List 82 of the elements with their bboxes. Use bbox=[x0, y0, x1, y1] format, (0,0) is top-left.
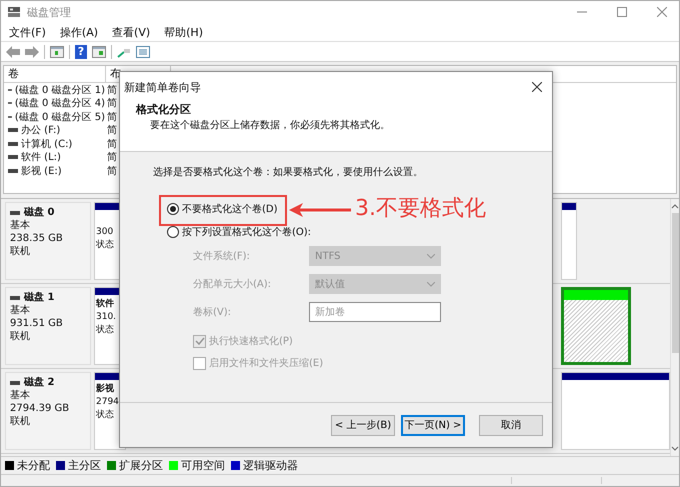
table-cell-text: 简 bbox=[106, 151, 117, 164]
field-label: 卷标(V): bbox=[193, 306, 232, 319]
forward-arrow-icon[interactable] bbox=[25, 46, 39, 58]
scrollbar[interactable] bbox=[670, 199, 679, 456]
field-label: 文件系统(F): bbox=[193, 250, 251, 263]
volume-name[interactable]: (磁盘 0 磁盘分区 1) bbox=[14, 82, 105, 97]
disk-info-panel[interactable]: 磁盘 1 基本 931.51 GB 联机 bbox=[5, 287, 91, 365]
menu-item[interactable]: 操作(A) bbox=[60, 24, 98, 40]
list-view-icon[interactable] bbox=[136, 46, 150, 58]
instruction-text: 选择是否要格式化这个卷：如果要格式化，要使用什么设置。 bbox=[153, 166, 424, 179]
table-cell-text: 简 bbox=[106, 164, 117, 178]
radio-option[interactable]: 按下列设置格式化这个卷(O): bbox=[167, 225, 312, 239]
disk-status: 联机 bbox=[10, 245, 31, 258]
page-heading: 格式化分区 bbox=[136, 102, 192, 118]
dialog-button[interactable]: < 上一步(B) bbox=[331, 414, 395, 436]
volume-name[interactable]: 影视 (E:) bbox=[21, 164, 62, 178]
volume-name[interactable]: (磁盘 0 磁盘分区 4) bbox=[14, 96, 105, 110]
disk-info-panel[interactable]: 磁盘 2 基本 2794.39 GB 联机 bbox=[5, 372, 91, 450]
disk-type: 基本 bbox=[10, 389, 31, 402]
pointer-arrow bbox=[289, 203, 351, 217]
radio-option[interactable]: 不要格式化这个卷(D) bbox=[167, 202, 278, 216]
table-cell-text: 简 bbox=[106, 138, 117, 151]
maximize-icon[interactable] bbox=[617, 7, 627, 17]
partition-block[interactable] bbox=[561, 372, 670, 450]
legend-label: 可用空间 bbox=[181, 458, 225, 473]
disk-size: 238.35 GB bbox=[10, 232, 64, 245]
page-description: 要在这个磁盘分区上储存数据，你必须先将其格式化。 bbox=[149, 118, 391, 133]
table-cell-text: 简 bbox=[106, 97, 117, 110]
volume-name[interactable]: 计算机 (C:) bbox=[21, 136, 72, 151]
help-icon[interactable]: ? bbox=[75, 44, 87, 58]
partition-size: 310. bbox=[96, 311, 118, 324]
window-title: 磁盘管理 bbox=[27, 4, 71, 20]
partition-status: 状态 bbox=[96, 409, 115, 422]
partition-status: 状态 bbox=[96, 324, 115, 337]
table-cell-text: 简 bbox=[106, 84, 117, 97]
scroll-up-icon[interactable] bbox=[671, 203, 679, 209]
disk-type: 基本 bbox=[10, 304, 31, 317]
table-cell-text: 简 bbox=[106, 110, 117, 124]
menu-item[interactable]: 查看(V) bbox=[112, 24, 150, 40]
dialog-button[interactable]: 下一页(N) > bbox=[401, 414, 465, 436]
disk-name: 磁盘 1 bbox=[24, 291, 54, 304]
checkmark-icon bbox=[194, 336, 204, 346]
legend-label: 未分配 bbox=[17, 458, 50, 473]
chevron-down-icon bbox=[427, 282, 435, 286]
table-cell-text: 简 bbox=[106, 124, 117, 138]
partition-name: 软件 bbox=[96, 298, 115, 311]
disk-size: 931.51 GB bbox=[10, 317, 64, 330]
back-arrow-icon[interactable] bbox=[6, 46, 20, 58]
volume-name[interactable]: 软件 (L:) bbox=[21, 150, 61, 164]
legend-label: 扩展分区 bbox=[119, 458, 163, 473]
menu-item[interactable]: 文件(F) bbox=[9, 24, 46, 40]
partition-block[interactable] bbox=[561, 202, 577, 280]
disk-type: 基本 bbox=[10, 219, 31, 232]
disk-info-panel[interactable]: 磁盘 0 基本 238.35 GB 联机 bbox=[5, 202, 91, 280]
legend-label: 主分区 bbox=[68, 458, 101, 473]
partition-name: 影视 bbox=[96, 383, 115, 396]
disk-status: 联机 bbox=[10, 415, 31, 428]
volume-name[interactable]: 办公 (F:) bbox=[21, 123, 60, 138]
chevron-down-icon bbox=[427, 254, 435, 258]
volume-name[interactable]: (磁盘 0 磁盘分区 5) bbox=[14, 110, 105, 124]
field-label: 分配单元大小(A): bbox=[193, 278, 272, 291]
partition-status: 状态 bbox=[96, 239, 115, 252]
disk-name: 磁盘 2 bbox=[24, 376, 54, 389]
menu-item[interactable]: 帮助(H) bbox=[164, 24, 203, 40]
scroll-down-icon[interactable] bbox=[671, 446, 679, 452]
free-space-partition[interactable] bbox=[561, 287, 631, 365]
disk-name: 磁盘 0 bbox=[24, 206, 54, 219]
disk-status: 联机 bbox=[10, 330, 31, 343]
partition-color-bar bbox=[564, 290, 628, 300]
partition-size: 300 bbox=[96, 226, 114, 239]
partition-size: 2794 bbox=[96, 396, 120, 409]
properties-icon[interactable] bbox=[92, 46, 106, 58]
annotation-text: 3.不要格式化 bbox=[355, 195, 486, 223]
partition-color-bar bbox=[562, 203, 576, 210]
console-tree-icon[interactable] bbox=[50, 46, 64, 58]
disk-size: 2794.39 GB bbox=[10, 402, 70, 415]
dialog-button[interactable]: 取消 bbox=[479, 414, 543, 436]
disk-management-icon bbox=[7, 6, 21, 18]
column-header[interactable]: 卷 bbox=[4, 66, 106, 82]
legend-label: 逻辑驱动器 bbox=[243, 458, 298, 473]
close-icon[interactable] bbox=[532, 82, 542, 92]
dialog-title: 新建简单卷向导 bbox=[124, 80, 201, 94]
